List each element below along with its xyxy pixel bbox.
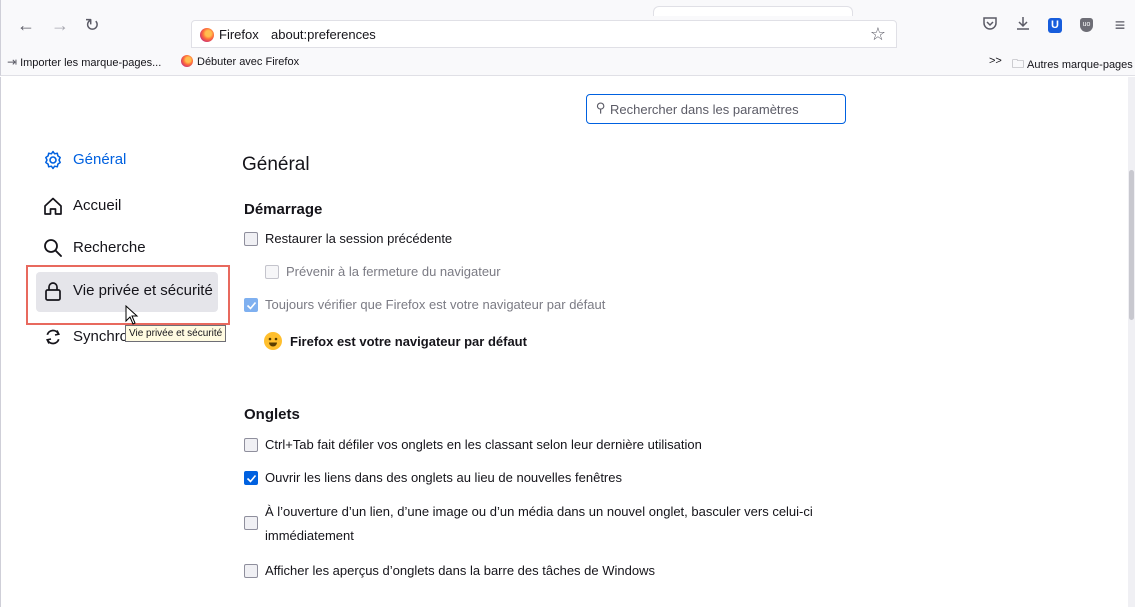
taskbar-previews-checkbox[interactable] (244, 564, 258, 578)
scrollbar-thumb[interactable] (1129, 170, 1134, 320)
open-links-in-tabs-label[interactable]: Ouvrir les liens dans des onglets au lie… (265, 470, 622, 485)
firefox-logo-icon (181, 55, 193, 67)
home-icon (44, 197, 62, 215)
getting-started-bookmark[interactable]: Débuter avec Firefox (181, 55, 299, 68)
magnifier-icon (44, 239, 62, 257)
settings-search-input[interactable]: ⚲ Rechercher dans les paramètres (586, 94, 846, 124)
sidebar-item-label: Accueil (73, 197, 122, 214)
reload-icon[interactable]: ↻ (81, 14, 103, 36)
page-title: Général (242, 154, 310, 175)
warn-on-close-checkbox[interactable] (265, 265, 279, 279)
sidebar-item-home[interactable]: Accueil (36, 187, 218, 227)
firefox-logo-icon (200, 28, 214, 42)
section-heading-tabs: Onglets (244, 406, 300, 423)
other-bookmarks-folder[interactable]: 🗀 Autres marque-pages (1012, 55, 1133, 76)
hamburger-menu-icon[interactable]: ≡ (1109, 14, 1131, 36)
navigation-toolbar: ← → ↻ Firefox about:preferences ☆ U uo ≡ (0, 0, 1135, 48)
import-bookmarks-label: Importer les marque-pages... (20, 57, 162, 69)
url-bar[interactable]: Firefox about:preferences ☆ (191, 20, 897, 48)
switch-to-new-tab-label-line1[interactable]: À l’ouverture d’un lien, d’une image ou … (265, 504, 813, 519)
sidebar-item-search[interactable]: Recherche (36, 229, 218, 269)
switch-to-new-tab-checkbox[interactable] (244, 516, 258, 530)
forward-arrow-icon[interactable]: → (49, 14, 71, 36)
check-icon (246, 474, 257, 483)
sidebar-item-general[interactable]: Général (36, 141, 218, 181)
open-links-in-tabs-checkbox[interactable] (244, 471, 258, 485)
downloads-icon[interactable] (1012, 14, 1034, 36)
sidebar-item-label: Synchro (73, 328, 129, 345)
bookmark-star-icon[interactable]: ☆ (870, 24, 886, 45)
switch-to-new-tab-label-line2[interactable]: immédiatement (265, 528, 354, 543)
search-placeholder: Rechercher dans les paramètres (610, 102, 799, 117)
other-bookmarks-label: Autres marque-pages (1027, 59, 1133, 71)
check-icon (246, 301, 257, 310)
check-default-label[interactable]: Toujours vérifier que Firefox est votre … (265, 297, 605, 312)
import-bookmarks-link[interactable]: ⇥ Importer les marque-pages... (7, 55, 161, 69)
tab-strip-fragment (653, 6, 853, 16)
url-text[interactable]: about:preferences (271, 27, 376, 42)
folder-icon: 🗀 (1012, 57, 1025, 71)
import-icon: ⇥ (7, 55, 18, 69)
sync-icon (46, 329, 60, 345)
check-default-checkbox[interactable] (244, 298, 258, 312)
gear-icon (45, 150, 61, 170)
warn-on-close-label[interactable]: Prévenir à la fermeture du navigateur (286, 264, 501, 279)
pocket-icon[interactable] (979, 14, 1001, 36)
page-scrollbar[interactable] (1128, 77, 1135, 607)
ctrl-tab-checkbox[interactable] (244, 438, 258, 452)
smiley-icon (264, 332, 282, 350)
sidebar-item-label: Général (73, 151, 127, 168)
mouse-cursor-icon (125, 305, 139, 325)
ublock-extension-icon[interactable]: uo (1080, 18, 1093, 32)
taskbar-previews-label[interactable]: Afficher les aperçus d’onglets dans la b… (265, 563, 655, 578)
bookmarks-overflow-chevron-icon[interactable]: >> (989, 55, 1002, 67)
default-browser-status: Firefox est votre navigateur par défaut (290, 334, 527, 349)
ctrl-tab-label[interactable]: Ctrl+Tab fait défiler vos onglets en les… (265, 437, 702, 452)
back-arrow-icon[interactable]: ← (15, 14, 37, 36)
section-heading-startup: Démarrage (244, 201, 323, 218)
bookmarks-toolbar: ⇥ Importer les marque-pages... Débuter av… (0, 48, 1135, 76)
getting-started-label: Débuter avec Firefox (197, 56, 300, 68)
restore-session-label[interactable]: Restaurer la session précédente (265, 231, 452, 246)
search-icon: ⚲ (596, 100, 606, 115)
tooltip: Vie privée et sécurité (125, 325, 227, 342)
restore-session-checkbox[interactable] (244, 232, 258, 246)
sidebar-item-label: Recherche (73, 239, 146, 256)
url-identity-label: Firefox (219, 27, 259, 42)
bitwarden-extension-icon[interactable]: U (1048, 18, 1062, 33)
